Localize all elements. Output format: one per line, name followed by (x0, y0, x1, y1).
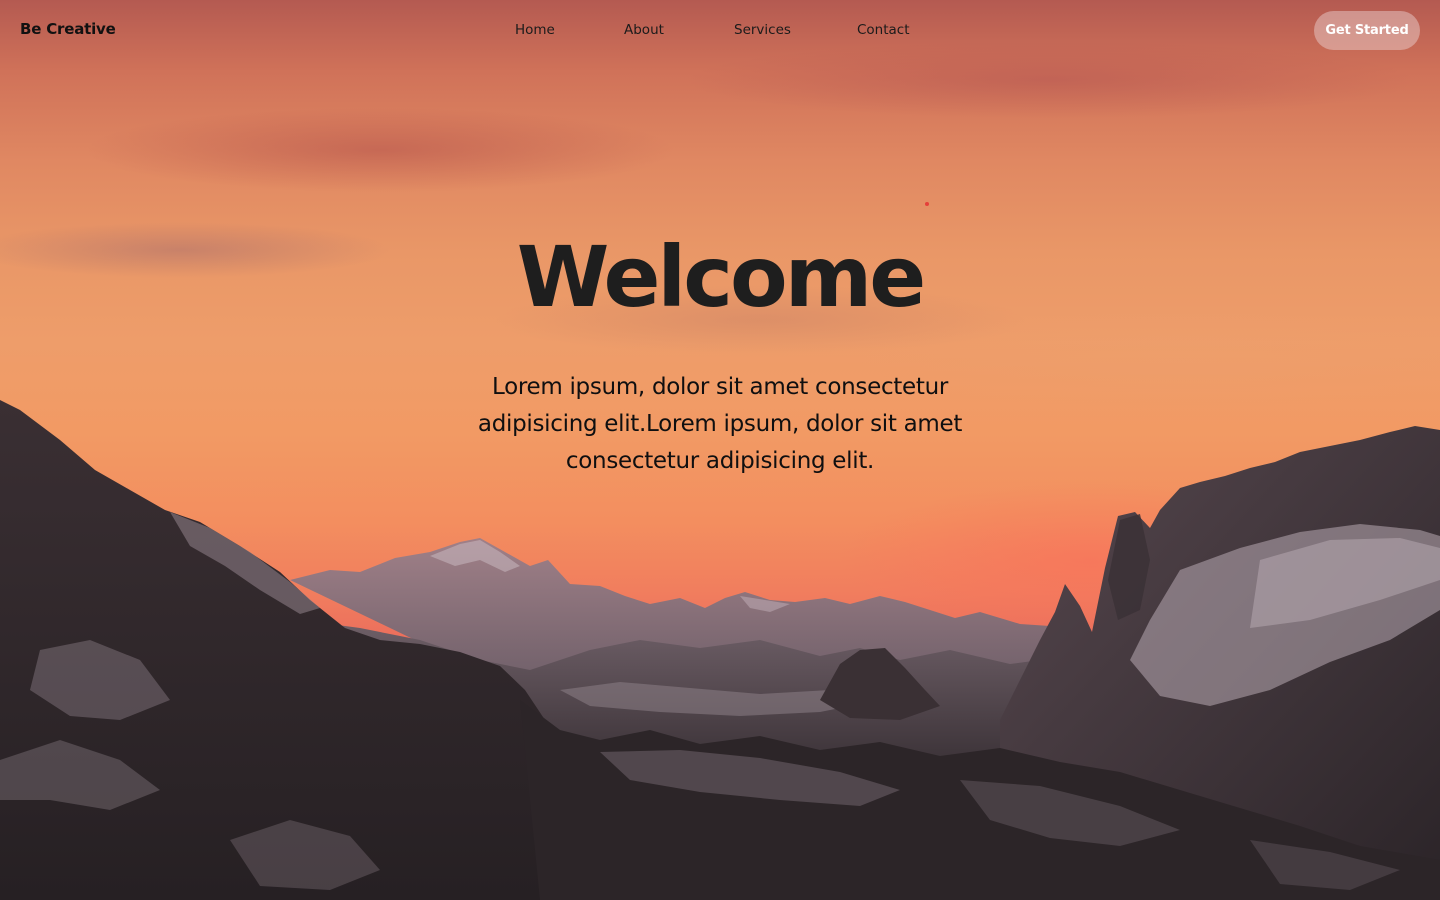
top-navigation-bar: Be Creative Home About Services Contact … (0, 0, 1440, 62)
hero-title: Welcome (516, 228, 926, 326)
hero-description: Lorem ipsum, dolor sit amet consectetur … (477, 374, 963, 474)
nav-link-services[interactable]: Services (734, 22, 791, 38)
main-nav: Home About Services Contact (0, 22, 1440, 42)
nav-link-home[interactable]: Home (515, 22, 555, 38)
nav-link-contact[interactable]: Contact (857, 22, 910, 38)
nav-link-about[interactable]: About (624, 22, 664, 38)
get-started-button[interactable]: Get Started (1314, 11, 1420, 50)
